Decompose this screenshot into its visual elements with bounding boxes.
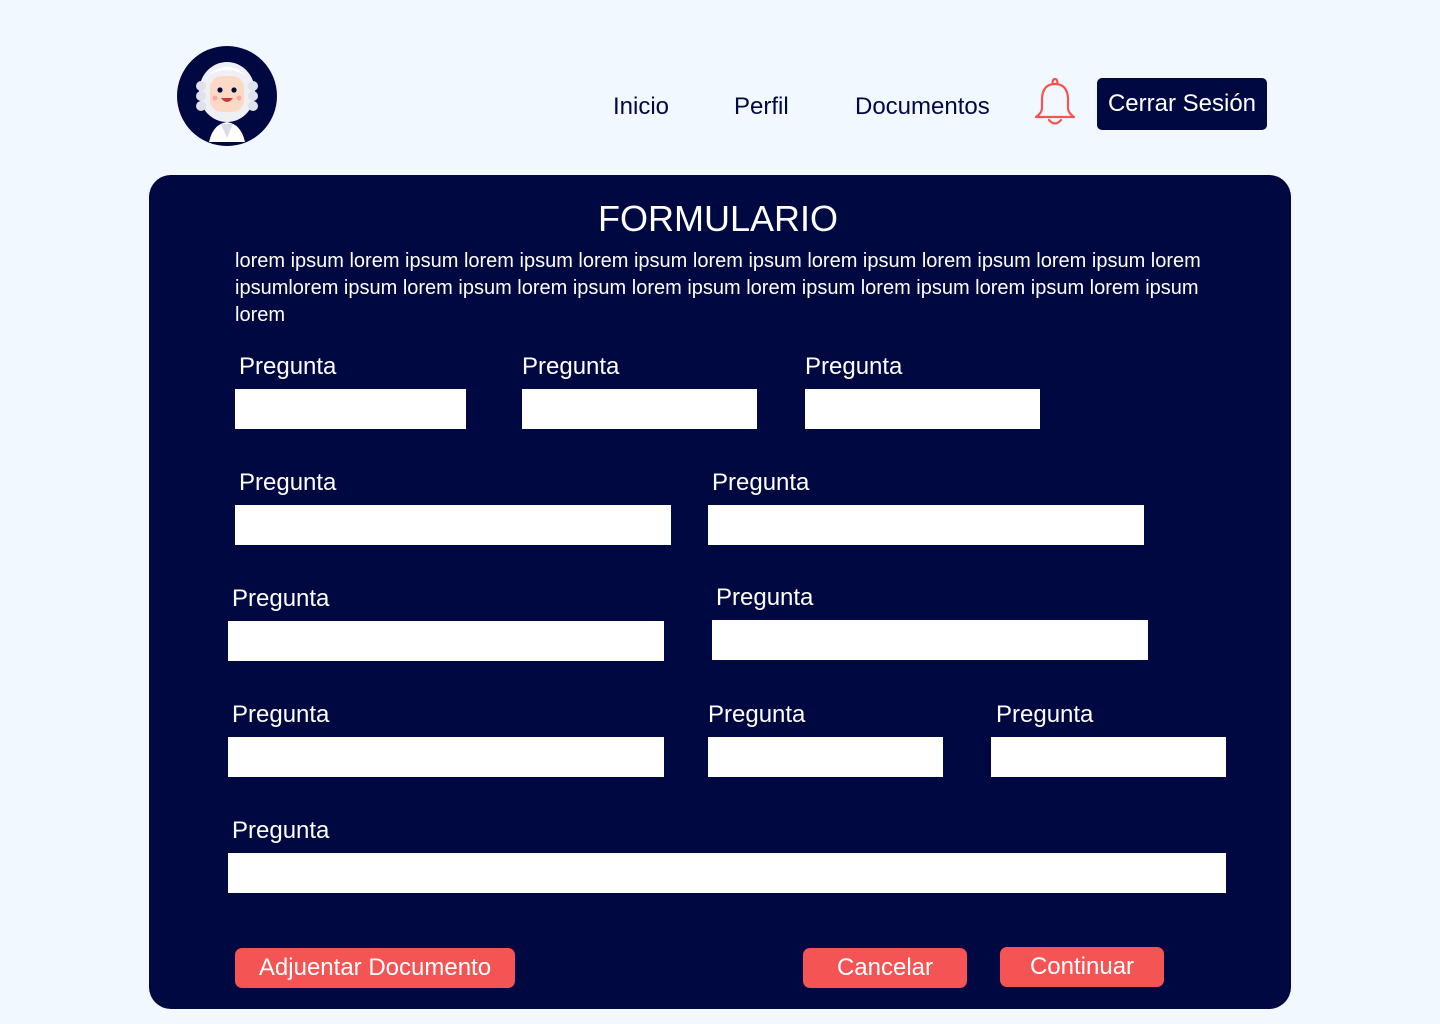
question-label: Pregunta: [805, 353, 903, 380]
question-input[interactable]: [708, 505, 1144, 545]
nav-link-inicio[interactable]: Inicio: [613, 92, 669, 122]
question-input[interactable]: [708, 737, 943, 777]
question-input[interactable]: [228, 737, 664, 777]
question-input[interactable]: [991, 737, 1226, 777]
user-avatar[interactable]: [177, 46, 277, 146]
question-input[interactable]: [522, 389, 757, 429]
bell-icon: [1034, 77, 1076, 125]
question-label: Pregunta: [232, 817, 330, 844]
logout-button[interactable]: Cerrar Sesión: [1097, 78, 1267, 130]
question-label: Pregunta: [239, 353, 337, 380]
question-input[interactable]: [712, 620, 1148, 660]
notifications-button[interactable]: [1030, 76, 1080, 128]
question-label: Pregunta: [232, 701, 330, 728]
question-label: Pregunta: [996, 701, 1094, 728]
question-input[interactable]: [228, 853, 1226, 893]
continue-button[interactable]: Continuar: [1000, 947, 1164, 987]
question-input[interactable]: [235, 389, 466, 429]
question-label: Pregunta: [708, 701, 806, 728]
question-input[interactable]: [228, 621, 664, 661]
cancel-button[interactable]: Cancelar: [803, 948, 967, 988]
question-label: Pregunta: [522, 353, 620, 380]
nav-link-documentos[interactable]: Documentos: [855, 92, 990, 122]
question-input[interactable]: [235, 505, 671, 545]
question-label: Pregunta: [239, 469, 337, 496]
form-title: FORMULARIO: [597, 198, 838, 239]
attach-document-button[interactable]: Adjuentar Documento: [235, 948, 515, 988]
form-description: lorem ipsum lorem ipsum lorem ipsum lore…: [235, 250, 1201, 326]
form-card: FORMULARIO lorem ipsum lorem ipsum lorem…: [149, 175, 1291, 1009]
question-input[interactable]: [805, 389, 1040, 429]
question-label: Pregunta: [716, 584, 814, 611]
question-label: Pregunta: [712, 469, 810, 496]
nav-link-perfil[interactable]: Perfil: [734, 92, 789, 122]
question-label: Pregunta: [232, 585, 330, 612]
judge-avatar-icon: [196, 62, 258, 142]
